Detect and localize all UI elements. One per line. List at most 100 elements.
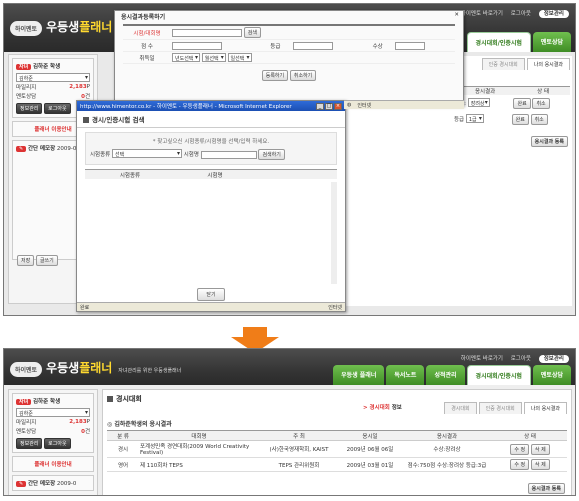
form-status-internet: 인터넷: [357, 102, 372, 109]
form-statusbar: ◍ 인터넷: [344, 100, 464, 109]
section-square-icon-after: [107, 396, 113, 402]
grade-label: 등급: [454, 117, 465, 123]
cancel-row-button-2[interactable]: 취소: [530, 114, 548, 125]
delete-button[interactable]: 삭 제: [530, 443, 550, 455]
planner-guide-button[interactable]: 플래너 이용안내: [34, 127, 71, 133]
close-icon[interactable]: ×: [334, 102, 342, 110]
breadcrumb: > 경시대회 정보: [363, 403, 402, 411]
form-register-button[interactable]: 등록하기: [261, 70, 289, 81]
memo-write-button[interactable]: 글쓰기: [35, 255, 58, 266]
site-logo-after[interactable]: 하이멘토 우등생플래너 자녀관리를 위한 우등생플래너: [10, 359, 181, 377]
type-select[interactable]: 선택: [112, 149, 182, 158]
child-select-after[interactable]: 김하준: [16, 408, 90, 417]
status-internet: 인터넷: [328, 304, 342, 311]
logout-link[interactable]: 로그아웃: [511, 11, 531, 17]
ie-header: 경시/인증시험 검색: [77, 111, 345, 128]
ie-search-button[interactable]: 검색하기: [258, 149, 285, 160]
table-row: 경시 포계성민족 경연대회(2009 World Creativity Fest…: [107, 440, 567, 458]
tab-mentor[interactable]: 멘토상담: [532, 32, 571, 52]
himentor-link-after[interactable]: 하이멘토 바로가기: [461, 356, 503, 362]
award-select[interactable]: 장려상: [467, 98, 490, 107]
done-button-2[interactable]: 완료: [511, 114, 529, 125]
subtab-cert[interactable]: 인증 경시대회: [481, 58, 525, 70]
breadcrumb-current[interactable]: > 경시대회: [363, 405, 390, 411]
delete-button[interactable]: 삭 제: [530, 459, 550, 470]
info-button[interactable]: 정보관리: [16, 103, 43, 114]
maximize-icon[interactable]: □: [325, 102, 333, 110]
logout-button-after[interactable]: 로그아웃: [44, 438, 71, 449]
tagline: 자녀관리를 위한 우등생플래너: [118, 368, 182, 374]
header-result: 응시결과: [474, 89, 496, 95]
subtab-cert-after[interactable]: 인증 경시대회: [478, 402, 522, 414]
consult-unit-after: 건: [84, 428, 90, 435]
header-status: 상 태: [537, 89, 550, 95]
ie-close-button[interactable]: 닫기: [197, 288, 225, 301]
top-links-after: 하이멘토 바로가기 로그아웃 정보관리: [455, 354, 569, 363]
grade-input[interactable]: [293, 41, 334, 50]
month-select[interactable]: 월선택: [201, 53, 226, 62]
mileage-unit-after: P: [86, 418, 90, 425]
register-result-button[interactable]: 응시결과 등록: [530, 136, 568, 147]
tab-grades[interactable]: 성적관리: [426, 365, 465, 385]
award-input[interactable]: [395, 41, 426, 50]
tab-reading[interactable]: 독서노트: [386, 365, 425, 385]
tab-planner[interactable]: 우등생 플래너: [333, 365, 385, 385]
subtab-my-results-after[interactable]: 나의 응시결과: [523, 402, 567, 414]
mileage-value: 2,183: [69, 83, 87, 90]
circle-icon: ◎: [107, 421, 113, 428]
exam-name-label: 시험/대회명: [123, 26, 171, 40]
score-input[interactable]: [172, 41, 222, 50]
cell-category: 영어: [107, 457, 139, 472]
mileage-label-after: 마일리지: [16, 419, 37, 426]
consult-row-after: 멘토상담 0건: [16, 426, 90, 435]
content-subtabs: 경시대회 인증 경시대회 나의 응시결과: [444, 402, 567, 414]
tab-mentor-after[interactable]: 멘토상담: [532, 365, 571, 385]
year-select[interactable]: 년도선택: [172, 53, 200, 62]
planner-guide-button-after[interactable]: 플래너 이용안내: [34, 462, 71, 468]
subtab-my-results[interactable]: 나의 응시결과: [526, 58, 570, 70]
site-logo[interactable]: 하이멘토 우등생플래너: [10, 18, 112, 36]
score-label: 점 수: [123, 39, 171, 52]
cancel-row-button[interactable]: 취소: [532, 98, 550, 109]
info-button-after[interactable]: 정보관리: [16, 438, 43, 449]
ie-result-header: 시험종류 시험명: [85, 169, 337, 179]
cell-date: 2009년 03월 01일: [339, 457, 401, 472]
consult-unit: 건: [84, 93, 90, 100]
done-button[interactable]: 완료: [513, 98, 531, 109]
tab-contest[interactable]: 경시대회/인증시험: [466, 32, 531, 52]
award-form-label: 수상: [371, 39, 395, 52]
exam-name-search-input[interactable]: [200, 150, 257, 159]
child-select[interactable]: 김하준: [16, 73, 90, 82]
main-tabs: 경시대회/인증시험 멘토상담: [466, 32, 571, 52]
edit-button[interactable]: 수 정: [510, 443, 530, 455]
register-form-table: 시험/대회명 검색 점 수 등급 수상 취득일 년도선택 월선택 일선택: [123, 26, 455, 64]
exam-search-button[interactable]: 검색: [243, 27, 261, 38]
edit-button[interactable]: 수 정: [510, 459, 530, 470]
student-name-after: 김하준 학생: [32, 399, 61, 405]
register-result-button-after[interactable]: 응시결과 등록: [527, 483, 565, 494]
form-close-icon[interactable]: ✕: [454, 12, 459, 18]
himentor-link[interactable]: 하이멘토 바로가기: [461, 11, 503, 17]
minimize-icon[interactable]: _: [316, 102, 324, 110]
section-square-icon: [83, 117, 89, 123]
main-content: 경시대회 > 경시대회 정보 경시대회 인증 경시대회 나의 응시결과 ◎ 김하…: [102, 389, 572, 495]
th-category: 분 류: [107, 430, 139, 441]
cell-host: (사)한국영재학회, KAIST: [259, 440, 339, 458]
exam-name-input[interactable]: [172, 28, 242, 37]
ie-result-list[interactable]: [85, 182, 337, 284]
profile-box-after: 자녀 김하준 학생 김하준 마일리지 2,183P 멘토상담0건 정보관리 로그아…: [12, 393, 94, 453]
subtab-contest[interactable]: 경시대회: [444, 402, 477, 414]
tab-contest-after[interactable]: 경시대회/인증시험: [466, 365, 531, 385]
form-cancel-button[interactable]: 취소하기: [289, 70, 317, 81]
th-status: 상 태: [493, 430, 567, 441]
logout-button[interactable]: 로그아웃: [44, 103, 71, 114]
memo-title-after: 간단 메모장: [27, 481, 56, 487]
day-select[interactable]: 일선택: [227, 53, 252, 62]
memo-save-button[interactable]: 저장: [17, 255, 35, 266]
info-manage-link[interactable]: 정보관리: [538, 10, 569, 18]
grade-select[interactable]: 1급: [465, 114, 484, 123]
th-host: 주 최: [259, 430, 339, 441]
mileage-unit: P: [86, 83, 90, 90]
logout-link-after[interactable]: 로그아웃: [511, 356, 531, 362]
info-manage-link-after[interactable]: 정보관리: [538, 355, 569, 363]
